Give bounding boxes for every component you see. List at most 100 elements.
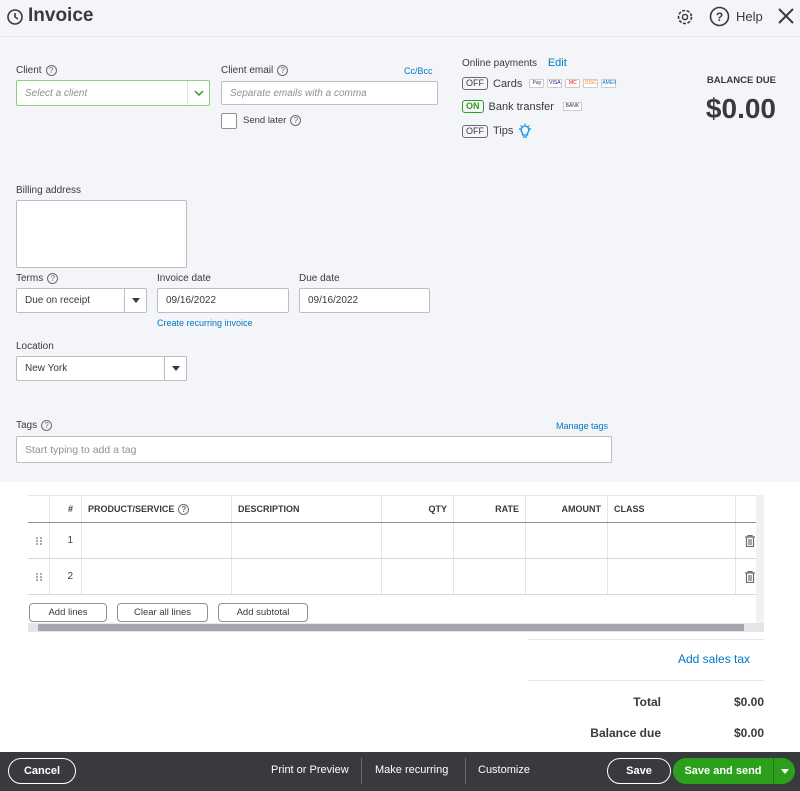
totals-divider (528, 639, 764, 640)
online-payments-header: Online payments Edit (462, 57, 567, 69)
col-header-num: # (50, 496, 82, 522)
scrollbar-thumb[interactable] (38, 624, 744, 631)
send-later-label: Send later? (243, 115, 302, 126)
col-header-class: CLASS (608, 496, 736, 522)
balance-due-total-value: $0.00 (733, 726, 764, 740)
table-header: # PRODUCT/SERVICE? DESCRIPTION QTY RATE … (28, 495, 764, 523)
make-recurring-button[interactable]: Make recurring (375, 764, 448, 776)
send-later-checkbox[interactable] (221, 113, 237, 129)
info-icon[interactable]: ? (41, 420, 53, 431)
visa-badge-icon: VISA (547, 79, 563, 88)
due-date-label: Due date (299, 273, 340, 284)
save-options-caret-icon[interactable] (773, 758, 795, 784)
save-and-send-split-button: Save and send (673, 758, 795, 784)
cancel-button[interactable]: Cancel (8, 758, 76, 784)
qty-cell[interactable] (382, 559, 454, 594)
help-label[interactable]: Help (736, 9, 763, 24)
totals-divider (528, 680, 764, 681)
caret-down-icon[interactable] (164, 357, 186, 380)
row-number: 1 (50, 523, 82, 558)
terms-label: Terms? (16, 273, 59, 284)
client-placeholder: Select a client (25, 87, 88, 99)
col-header-qty: QTY (382, 496, 454, 522)
chevron-down-icon[interactable] (187, 81, 209, 105)
manage-tags-link[interactable]: Manage tags (556, 421, 608, 431)
due-date-value: 09/16/2022 (308, 295, 359, 306)
description-cell[interactable] (232, 523, 382, 558)
close-icon[interactable] (776, 6, 796, 26)
table-row[interactable]: 2 (28, 559, 764, 595)
col-header-amount: AMOUNT (526, 496, 608, 522)
footer-separator (361, 758, 362, 784)
add-sales-tax-link[interactable]: Add sales tax (678, 652, 750, 666)
online-payments-label: Online payments (462, 58, 538, 69)
product-cell[interactable] (82, 523, 232, 558)
amount-cell[interactable] (526, 523, 608, 558)
online-payments-edit-link[interactable]: Edit (548, 57, 567, 69)
description-cell[interactable] (232, 559, 382, 594)
billing-address-label: Billing address (16, 185, 82, 196)
info-icon[interactable]: ? (277, 65, 289, 76)
add-lines-button[interactable]: Add lines (29, 603, 107, 622)
bank-badge-icon: BANK (562, 102, 582, 111)
client-email-field[interactable]: Separate emails with a comma (221, 81, 438, 105)
terms-select[interactable]: Due on receipt (16, 288, 147, 313)
balance-due-amount: $0.00 (705, 93, 776, 124)
client-select[interactable]: Select a client (16, 80, 210, 106)
drag-column-header (28, 496, 50, 522)
drag-handle-icon[interactable] (28, 523, 50, 558)
col-header-rate: RATE (454, 496, 526, 522)
save-and-send-button[interactable]: Save and send (673, 765, 773, 777)
amount-cell[interactable] (526, 559, 608, 594)
info-icon[interactable]: ? (45, 65, 57, 76)
class-cell[interactable] (608, 523, 736, 558)
client-label: Client? (16, 65, 57, 76)
table-row[interactable]: 1 (28, 523, 764, 559)
customize-button[interactable]: Customize (478, 764, 530, 776)
tips-toggle[interactable]: OFF (462, 124, 488, 138)
terms-value: Due on receipt (25, 295, 91, 306)
amex-badge-icon: AMEX (601, 79, 617, 88)
cards-label: Cards (493, 77, 523, 90)
mastercard-badge-icon: MC (565, 79, 581, 88)
invoice-date-field[interactable]: 09/16/2022 (157, 288, 289, 313)
line-items-table: # PRODUCT/SERVICE? DESCRIPTION QTY RATE … (28, 495, 764, 595)
due-date-field[interactable]: 09/16/2022 (299, 288, 430, 313)
gear-icon[interactable] (675, 7, 695, 27)
tags-label: Tags? (16, 420, 53, 431)
total-value: $0.00 (733, 695, 764, 709)
save-button[interactable]: Save (607, 758, 671, 784)
class-cell[interactable] (608, 559, 736, 594)
vertical-scrollbar[interactable] (756, 495, 764, 623)
help-icon[interactable]: ? (709, 6, 730, 27)
cc-bcc-link[interactable]: Cc/Bcc (404, 66, 433, 76)
invoice-date-label: Invoice date (157, 273, 211, 284)
qty-cell[interactable] (382, 523, 454, 558)
create-recurring-invoice-link[interactable]: Create recurring invoice (157, 318, 253, 328)
location-select[interactable]: New York (16, 356, 187, 381)
info-icon[interactable]: ? (290, 115, 302, 126)
info-icon[interactable]: ? (47, 273, 59, 284)
info-icon[interactable]: ? (178, 503, 190, 515)
row-number: 2 (50, 559, 82, 594)
print-preview-button[interactable]: Print or Preview (271, 764, 349, 776)
recent-transactions-icon[interactable] (6, 8, 24, 26)
client-email-label: Client email? (221, 65, 289, 76)
clear-all-lines-button[interactable]: Clear all lines (117, 603, 208, 622)
tags-input[interactable]: Start typing to add a tag (16, 436, 612, 463)
balance-due-label: BALANCE DUE (706, 75, 776, 86)
cards-toggle[interactable]: OFF (462, 77, 488, 90)
footer-separator (465, 758, 466, 784)
caret-down-icon[interactable] (124, 289, 146, 312)
rate-cell[interactable] (454, 559, 526, 594)
page-title: Invoice (28, 5, 94, 26)
rate-cell[interactable] (454, 523, 526, 558)
billing-address-field[interactable] (16, 200, 187, 268)
cards-payment-row: OFF Cards Pay VISA MC DISC AMEX (462, 77, 617, 90)
drag-handle-icon[interactable] (28, 559, 50, 594)
product-cell[interactable] (82, 559, 232, 594)
discover-badge-icon: DISC (583, 79, 599, 88)
horizontal-scrollbar[interactable] (28, 623, 764, 632)
add-subtotal-button[interactable]: Add subtotal (218, 603, 308, 622)
bank-transfer-toggle[interactable]: ON (462, 100, 484, 113)
